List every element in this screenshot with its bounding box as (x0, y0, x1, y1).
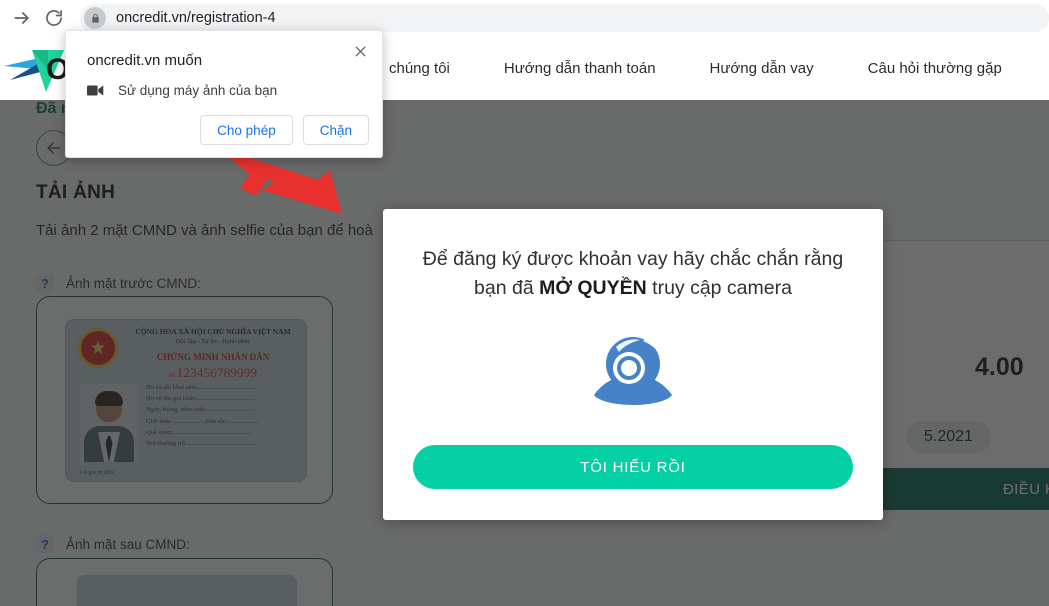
url-text: oncredit.vn/registration-4 (116, 10, 276, 26)
screen-root: oncredit.vn/registration-4 On chúng tôi … (0, 0, 1049, 606)
nav-item-payment-guide[interactable]: Hướng dẫn thanh toán (477, 60, 683, 77)
camera-modal-text-part2: truy cập camera (646, 277, 792, 300)
allow-button[interactable]: Cho phép (200, 115, 293, 145)
camera-modal-message: Để đăng ký được khoản vay hãy chắc chắn … (411, 245, 855, 304)
reload-icon[interactable] (38, 2, 70, 34)
block-button[interactable]: Chặn (302, 115, 369, 145)
nav-item-loan-guide[interactable]: Hướng dẫn vay (683, 60, 841, 77)
permission-dialog-actions: Cho phép Chặn (200, 115, 369, 145)
address-bar[interactable]: oncredit.vn/registration-4 (80, 4, 1049, 32)
camera-modal-confirm-button[interactable]: TÔI HIỂU RỒI (413, 445, 853, 489)
forward-arrow-icon[interactable] (6, 2, 38, 34)
permission-request-row: Sử dụng máy ảnh của bạn (87, 83, 277, 98)
nav-item-faq[interactable]: Câu hỏi thường gặp (841, 60, 1029, 77)
permission-request-label: Sử dụng máy ảnh của bạn (118, 83, 278, 98)
webcam-icon (594, 337, 672, 405)
permission-dialog: oncredit.vn muốn Sử dụng máy ảnh của bạn… (65, 30, 383, 158)
close-icon[interactable] (348, 39, 372, 63)
camera-permission-modal: Để đăng ký được khoản vay hãy chắc chắn … (383, 209, 883, 520)
main-navigation: chúng tôi Hướng dẫn thanh toán Hướng dẫn… (362, 60, 1029, 77)
video-camera-icon (87, 85, 104, 96)
red-pointer-arrow-icon (224, 152, 342, 214)
camera-modal-text-bold: MỞ QUYỀN (539, 277, 647, 300)
permission-dialog-title: oncredit.vn muốn (87, 52, 203, 69)
lock-icon (84, 7, 106, 29)
